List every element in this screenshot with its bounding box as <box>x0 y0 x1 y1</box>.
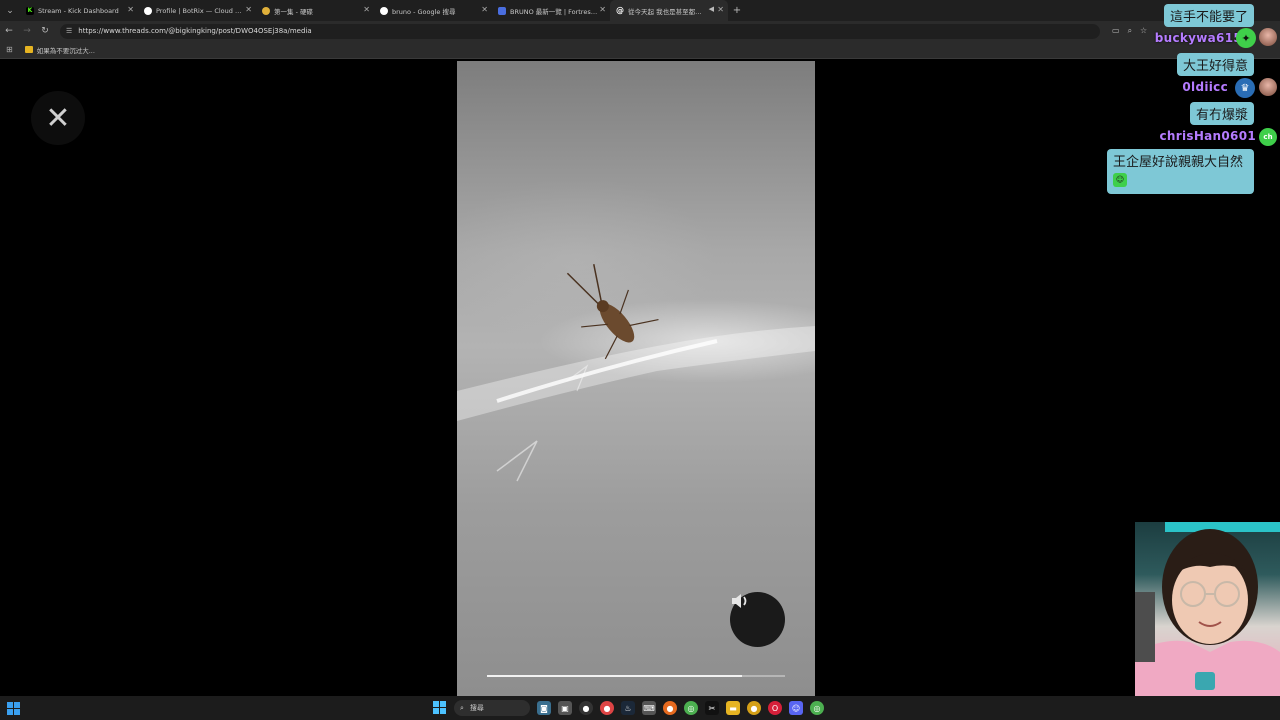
reload-icon[interactable]: ↻ <box>36 26 54 36</box>
steam-icon[interactable]: ♨ <box>621 701 635 715</box>
firefox-icon[interactable]: ● <box>663 701 677 715</box>
task-view-icon[interactable]: ▣ <box>558 701 572 715</box>
insect <box>566 264 659 360</box>
taskbar-apps: ⌕ 搜尋 ◙ ▣ ● ● ♨ ⌨ ● ◎ ✂ ▬ ● O ☺ ◎ <box>433 696 824 720</box>
video-progress-fill <box>487 675 742 677</box>
search-label: 搜尋 <box>469 704 484 712</box>
address-bar[interactable]: ☰ https://www.threads.com/@bigkingking/p… <box>60 23 1100 39</box>
fortress-icon <box>498 6 506 15</box>
browser-tab-active[interactable]: @ 從今天起 我也是甚至都會... ◀ ✕ <box>610 0 728 21</box>
obs-icon[interactable]: ● <box>579 701 593 715</box>
browser-tab[interactable]: bruno - Google 搜尋 ✕ <box>374 0 492 21</box>
chrome-profile-icon[interactable]: ◎ <box>810 701 824 715</box>
google-icon <box>380 6 388 15</box>
chrome-icon[interactable]: ◎ <box>684 701 698 715</box>
chat-message: 有冇爆漿 <box>1189 102 1254 125</box>
file-explorer-icon[interactable]: ▬ <box>726 701 740 715</box>
windows-start-icon[interactable] <box>7 701 21 715</box>
avatar <box>1259 78 1277 96</box>
green-badge-icon: ✦ <box>1236 28 1256 48</box>
app-icon[interactable]: ● <box>747 701 761 715</box>
chat-message: 王企屋好說親親大自然 ☺ <box>1107 149 1254 194</box>
tab-close-icon[interactable]: ✕ <box>481 5 488 14</box>
user-badge-icon: ch <box>1259 128 1277 146</box>
discord-icon[interactable]: ☺ <box>789 701 803 715</box>
threads-icon: @ <box>616 6 624 15</box>
media-viewer: ✕ <box>0 60 1280 696</box>
new-tab-button[interactable]: + <box>728 5 746 16</box>
widgets-icon[interactable]: ◙ <box>537 701 551 715</box>
capcut-icon[interactable]: ✂ <box>705 701 719 715</box>
apps-grid-icon[interactable]: ⊞ <box>6 45 13 54</box>
botrix-icon <box>144 6 152 15</box>
back-icon[interactable]: ← <box>0 26 18 36</box>
crown-badge-icon: ♛ <box>1235 78 1255 98</box>
tab-close-icon[interactable]: ✕ <box>599 5 606 14</box>
tab-title: Profile | BotRix — Cloud Strea <box>156 6 244 15</box>
speaker-icon <box>732 594 747 608</box>
folder-icon <box>24 46 33 53</box>
taskbar-search[interactable]: ⌕ 搜尋 <box>454 700 530 716</box>
video-player[interactable] <box>457 61 815 696</box>
browser-tab[interactable]: K Stream - Kick Dashboard ✕ <box>20 0 138 21</box>
chat-username: 0ldiicc <box>1182 80 1228 94</box>
emote-icon: ☺ <box>1113 173 1127 187</box>
streamer-image <box>1135 522 1280 696</box>
chat-message-text: 王企屋好說親親大自然 <box>1113 155 1244 170</box>
windows-taskbar: ⌕ 搜尋 ◙ ▣ ● ● ♨ ⌨ ● ◎ ✂ ▬ ● O ☺ ◎ <box>0 696 1280 720</box>
keyboard-icon[interactable]: ⌨ <box>642 701 656 715</box>
tab-title: Stream - Kick Dashboard <box>38 6 119 15</box>
tab-title: 從今天起 我也是甚至都會... <box>628 7 704 16</box>
tab-close-icon[interactable]: ✕ <box>127 5 134 14</box>
bookmark-item[interactable]: 如果為不要沉过大... <box>37 45 95 55</box>
bookmarks-bar: ⊞ 如果為不要沉过大... <box>0 41 1280 59</box>
chrome-red-icon[interactable]: ● <box>600 701 614 715</box>
search-icon: ⌕ <box>460 703 464 712</box>
tab-close-icon[interactable]: ✕ <box>363 5 370 14</box>
url-text: https://www.threads.com/@bigkingking/pos… <box>78 27 312 35</box>
tab-title: bruno - Google 搜尋 <box>392 7 456 16</box>
start-icon[interactable] <box>433 701 447 715</box>
tab-title: BRUNO 最新一覽 | Fortress 豐 <box>510 7 598 16</box>
volume-button[interactable] <box>730 592 785 647</box>
drive-icon <box>262 6 270 15</box>
browser-tab[interactable]: 第一集 - 硬碟 ✕ <box>256 0 374 21</box>
webcam-feed <box>1135 522 1280 696</box>
tab-title: 第一集 - 硬碟 <box>274 7 313 16</box>
forward-icon[interactable]: → <box>18 26 36 36</box>
browser-tab-bar: ⌄ K Stream - Kick Dashboard ✕ Profile | … <box>0 0 1280 21</box>
browser-toolbar: ← → ↻ ☰ https://www.threads.com/@bigking… <box>0 21 1280 41</box>
chat-username: buckywa615 <box>1154 31 1242 45</box>
browser-tab[interactable]: Profile | BotRix — Cloud Strea ✕ <box>138 0 256 21</box>
stream-chat-overlay: 這手不能要了 buckywa615 ✦ 大王好得意 ♛ 0ldiicc 有冇爆漿… <box>1100 0 1280 200</box>
tab-search-icon[interactable]: ⌄ <box>0 0 20 21</box>
tab-close-icon[interactable]: ✕ <box>245 5 252 14</box>
tab-audio-icon[interactable]: ◀ <box>709 5 714 13</box>
opera-icon[interactable]: O <box>768 701 782 715</box>
video-progress-bar[interactable] <box>487 675 785 677</box>
chat-username: chrisHan0601 <box>1159 129 1256 143</box>
screen: ⌄ K Stream - Kick Dashboard ✕ Profile | … <box>0 0 1280 720</box>
close-icon[interactable]: ✕ <box>31 91 85 145</box>
chat-message: 這手不能要了 <box>1163 4 1254 27</box>
chat-message: 大王好得意 <box>1176 53 1254 76</box>
avatar <box>1259 28 1277 46</box>
tab-close-icon[interactable]: ✕ <box>717 5 724 14</box>
kick-icon: K <box>26 6 34 15</box>
browser-tab[interactable]: BRUNO 最新一覽 | Fortress 豐 ✕ <box>492 0 610 21</box>
site-info-icon[interactable]: ☰ <box>66 27 72 35</box>
